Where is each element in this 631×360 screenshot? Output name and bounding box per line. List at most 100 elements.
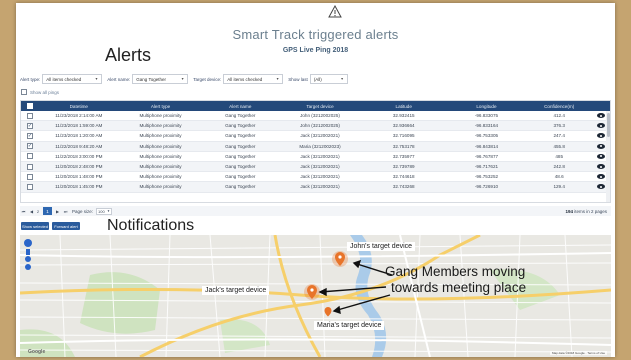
cell-datetime: 11/20/2018 2:48:00 PM	[55, 164, 103, 170]
cell-alert-name: Gang Together	[225, 184, 256, 190]
cell-alert-type: Multiphone proximity	[139, 174, 182, 180]
cell-confidence: 129.4	[553, 184, 565, 190]
row-checkbox[interactable]	[26, 153, 33, 160]
column-header-alert-name[interactable]: Alert name	[202, 104, 278, 109]
row-checkbox[interactable]	[26, 173, 33, 180]
table-row[interactable]: ✓ 11/23/2018 1:59:00 AM Multiphone proximi…	[21, 121, 610, 132]
cell-longitude: -96.833164	[474, 123, 499, 129]
map-footer[interactable]: Map data ©2018 Google · Terms of Use	[549, 351, 607, 355]
table-scrollbar[interactable]	[606, 111, 610, 202]
map-label-jack: Jack's target device	[202, 286, 270, 295]
jack-location-pin-icon[interactable]	[304, 284, 320, 300]
page-title: Smart Track triggered alerts	[232, 27, 399, 42]
row-checkbox[interactable]: ✓	[26, 132, 33, 139]
table-row[interactable]: ✓ 11/23/2018 1:20:00 AM Multiphone proximi…	[21, 131, 610, 142]
show-last-select[interactable]: (All) ▼	[309, 74, 348, 84]
row-checkbox-cell	[21, 112, 39, 119]
column-header-target-device[interactable]: Target device	[278, 104, 362, 109]
cell-datetime: 11/23/2018 1:20:00 AM	[55, 133, 103, 139]
cell-datetime: 11/20/2018 1:45:00 PM	[55, 184, 103, 190]
table-row[interactable]: ✓ 11/22/2018 9:48:20 AM Multiphone proximi…	[21, 141, 610, 152]
cell-alert-name: Gang Together	[225, 143, 256, 149]
map-label-maria: Maria's target device	[314, 321, 385, 330]
target-device-select[interactable]: All items checked ▼	[223, 74, 284, 84]
chevron-down-icon: ▼	[94, 77, 99, 81]
cell-confidence: 455.8	[553, 143, 565, 149]
eye-icon[interactable]	[596, 153, 605, 159]
cell-target-device: Jack (3212002021)	[300, 153, 340, 159]
map-view[interactable]: Google Map data ©2018 Google · Terms of …	[20, 235, 611, 357]
select-all-checkbox[interactable]	[26, 103, 33, 109]
first-page-icon[interactable]: ⏮	[20, 208, 27, 215]
row-checkbox[interactable]	[26, 112, 33, 119]
cell-alert-type: Multiphone proximity	[139, 113, 182, 119]
cell-confidence: 485	[555, 153, 564, 159]
eye-icon[interactable]	[596, 113, 605, 119]
cell-alert-type: Multiphone proximity	[139, 143, 182, 149]
row-checkbox[interactable]	[26, 163, 33, 170]
chevron-down-icon: ▼	[180, 77, 185, 81]
table-row[interactable]: 11/23/2018 2:14:00 AM Multiphone proximit…	[21, 111, 610, 122]
column-header-confidence[interactable]: Confidence(m)	[527, 104, 591, 109]
cell-latitude: 32.716095	[392, 133, 415, 139]
cell-latitude: 32.744618	[392, 174, 415, 180]
cell-latitude: 32.753178	[392, 143, 415, 149]
john-location-pin-icon[interactable]	[332, 251, 348, 267]
eye-icon[interactable]	[596, 143, 605, 149]
eye-icon[interactable]	[596, 123, 605, 129]
eye-icon[interactable]	[596, 133, 605, 139]
cell-alert-name: Gang Together	[225, 174, 256, 180]
table-row[interactable]: 11/22/2018 3:00:00 PM Multiphone proximit…	[21, 152, 610, 162]
alerts-heading: Alerts	[105, 45, 152, 65]
cell-target-device: Maria (3212002023)	[299, 143, 341, 149]
google-logo: Google	[28, 349, 46, 355]
forward-alert-button[interactable]: Forward alert	[52, 222, 80, 230]
column-header-alert-type[interactable]: Alert type	[119, 104, 203, 109]
cell-longitude: -96.843814	[474, 143, 499, 149]
prev-page-icon[interactable]: ◀	[28, 208, 35, 215]
row-checkbox[interactable]	[26, 183, 33, 190]
alert-name-label: Alert name:	[107, 76, 131, 82]
alert-type-label: Alert type:	[20, 76, 41, 82]
pagination-bar: ⏮ ◀ 2 1 ▶ ⏭ Page size: 100 ▼ 194 items in…	[20, 206, 611, 216]
next-page-icon[interactable]: ▶	[54, 208, 61, 215]
alert-name-select[interactable]: Gang Together ▼	[132, 74, 189, 84]
eye-icon[interactable]	[596, 184, 605, 190]
cell-longitude: -96.753252	[474, 174, 499, 180]
current-page[interactable]: 1	[43, 207, 52, 215]
cell-alert-name: Gang Together	[225, 164, 256, 170]
cell-confidence: 376.3	[553, 123, 565, 129]
cell-confidence: 48.6	[554, 174, 564, 180]
row-checkbox-cell: ✓	[21, 122, 39, 129]
cell-latitude: 32.936664	[392, 123, 415, 129]
map-canvas[interactable]	[20, 235, 611, 357]
callout-line-1: Gang Members moving	[385, 264, 526, 279]
alert-type-select[interactable]: All items checked ▼	[42, 74, 103, 84]
callout-line-2: towards meeting place	[391, 280, 527, 295]
cell-confidence: 247.4	[553, 133, 565, 139]
column-header-longitude[interactable]: Longitude	[446, 104, 528, 109]
cell-longitude: -96.833075	[474, 113, 499, 119]
cell-confidence: 412.4	[553, 113, 565, 119]
show-selected-button[interactable]: Show selected	[21, 222, 49, 230]
show-all-pings-toggle[interactable]: Show all pings	[21, 89, 59, 95]
column-header-datetime[interactable]: Datetime	[39, 104, 119, 109]
table-row[interactable]: 11/20/2018 1:45:00 PM Multiphone proximit…	[21, 182, 610, 193]
cell-target-device: Jack (3212002021)	[300, 164, 340, 170]
table-row[interactable]: 11/20/2018 1:48:00 PM Multiphone proximit…	[21, 172, 610, 183]
page-2-link[interactable]: 2	[36, 208, 40, 215]
show-all-pings-checkbox[interactable]	[21, 89, 27, 95]
column-header-latitude[interactable]: Latitude	[362, 104, 446, 109]
cell-longitude: -96.767877	[474, 153, 499, 159]
row-checkbox[interactable]: ✓	[26, 122, 33, 129]
last-page-icon[interactable]: ⏭	[62, 208, 69, 215]
map-callout: Gang Members moving towards meeting plac…	[385, 264, 526, 296]
chevron-down-icon: ▼	[107, 209, 111, 213]
chevron-down-icon: ▼	[275, 77, 280, 81]
eye-icon[interactable]	[596, 164, 605, 170]
eye-icon[interactable]	[596, 174, 605, 180]
row-checkbox[interactable]: ✓	[26, 143, 33, 150]
page-size-select[interactable]: 100 ▼	[96, 207, 113, 215]
cell-target-device: Jack (3212002021)	[300, 133, 340, 139]
table-row[interactable]: 11/20/2018 2:48:00 PM Multiphone proximit…	[21, 161, 610, 173]
